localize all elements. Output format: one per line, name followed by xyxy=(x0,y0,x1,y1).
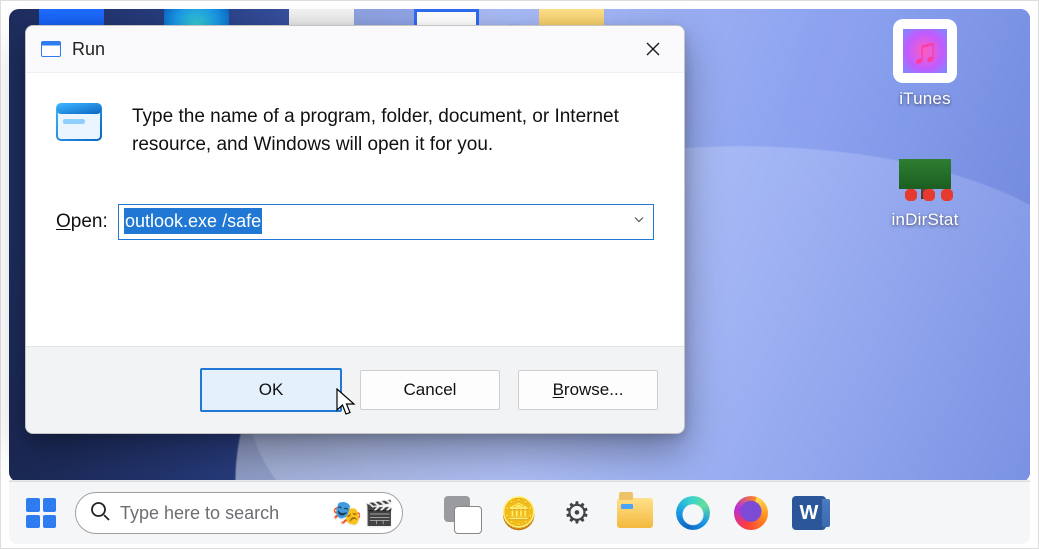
open-input-selection: outlook.exe /safe xyxy=(124,208,262,234)
desktop-icons: ♫ iTunes inDirStat xyxy=(870,19,1000,270)
desktop-icon-label: inDirStat xyxy=(870,210,980,230)
dialog-titlebar[interactable]: Run xyxy=(26,26,684,73)
task-view-button[interactable] xyxy=(437,489,485,537)
close-button[interactable] xyxy=(630,30,676,68)
firefox-button[interactable] xyxy=(727,489,775,537)
taskbar: Type here to search 🎭🎬 🪙 ⚙ W xyxy=(9,481,1030,544)
edge-icon xyxy=(676,496,710,530)
settings-button[interactable]: ⚙ xyxy=(553,489,601,537)
cancel-button[interactable]: Cancel xyxy=(360,370,500,410)
search-highlights-icon[interactable]: 🎭🎬 xyxy=(332,499,394,528)
widgets-button[interactable]: 🪙 xyxy=(495,489,543,537)
windirstat-icon xyxy=(895,149,955,204)
search-placeholder: Type here to search xyxy=(120,503,279,524)
word-button[interactable]: W xyxy=(785,489,833,537)
chevron-down-icon[interactable] xyxy=(632,213,646,232)
browse-button[interactable]: Browse... xyxy=(518,370,658,410)
widgets-icon: 🪙 xyxy=(500,496,537,531)
desktop-icon-itunes[interactable]: ♫ iTunes xyxy=(870,19,980,109)
file-explorer-button[interactable] xyxy=(611,489,659,537)
folder-icon xyxy=(617,498,653,528)
gear-icon: ⚙ xyxy=(564,496,591,531)
ok-button[interactable]: OK xyxy=(200,368,342,412)
word-icon: W xyxy=(792,496,826,530)
open-combobox[interactable]: outlook.exe /safe xyxy=(118,204,654,240)
windows-logo-icon xyxy=(17,489,65,537)
run-icon xyxy=(56,103,104,146)
search-icon xyxy=(90,501,110,526)
task-view-icon xyxy=(444,496,478,530)
dialog-description: Type the name of a program, folder, docu… xyxy=(132,103,654,158)
run-dialog: Run Type the name of a program, folder, … xyxy=(25,25,685,434)
cursor-icon xyxy=(336,388,358,421)
desktop-icon-label: iTunes xyxy=(870,89,980,109)
run-titlebar-icon xyxy=(40,38,62,60)
edge-button[interactable] xyxy=(669,489,717,537)
desktop-icon-windirstat[interactable]: inDirStat xyxy=(870,149,980,230)
itunes-icon: ♫ xyxy=(893,19,957,83)
firefox-icon xyxy=(734,496,768,530)
dialog-title: Run xyxy=(72,39,630,60)
open-label: Open: xyxy=(56,211,118,233)
start-button[interactable] xyxy=(17,489,65,537)
screen: groovyPost.com ♫ iTunes inDirStat Run xyxy=(0,0,1039,549)
taskbar-search-box[interactable]: Type here to search 🎭🎬 xyxy=(75,492,403,534)
